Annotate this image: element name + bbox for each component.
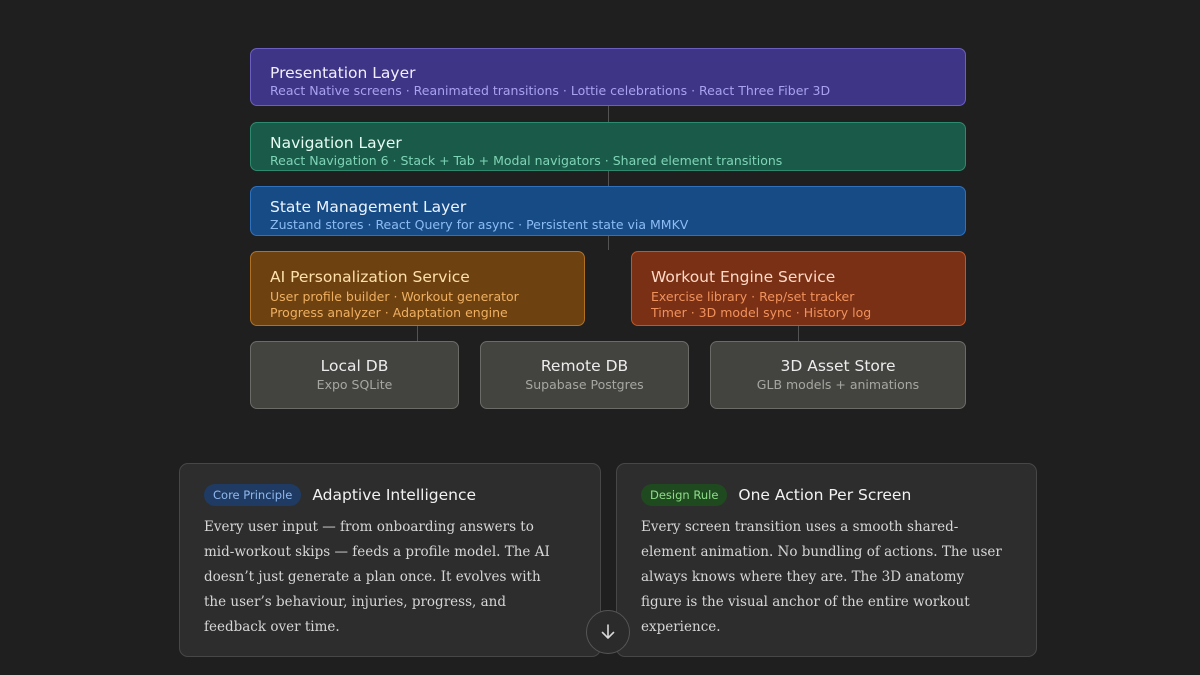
card-title: One Action Per Screen	[738, 486, 912, 504]
presentation-layer: Presentation Layer React Native screens …	[250, 48, 966, 106]
connector-state-services	[608, 236, 609, 250]
presentation-layer-title: Presentation Layer	[270, 64, 416, 82]
ai-service-line-2: Progress analyzer · Adaptation engine	[270, 305, 508, 320]
card-body-line: the user’s behaviour, injuries, progress…	[204, 594, 506, 610]
workout-service-title: Workout Engine Service	[651, 268, 836, 286]
card-body-line: Every user input — from onboarding answe…	[204, 519, 534, 535]
card-body: Every screen transition uses a smooth sh…	[641, 515, 1012, 640]
core-principle-badge: Core Principle	[204, 484, 302, 506]
local-db-store: Local DB Expo SQLite	[250, 341, 459, 409]
card-body-line: mid-workout skips — feeds a profile mode…	[204, 544, 550, 560]
ai-service-line-1: User profile builder · Workout generator	[270, 289, 519, 304]
ai-personalization-service: AI Personalization Service User profile …	[250, 251, 585, 326]
connector-workout-assetstore	[798, 326, 799, 341]
local-db-subtitle: Expo SQLite	[316, 377, 393, 392]
state-management-layer-title: State Management Layer	[270, 198, 467, 216]
connector-presentation-navigation	[608, 106, 609, 122]
workout-engine-service: Workout Engine Service Exercise library …	[631, 251, 966, 326]
state-management-layer-subtitle: Zustand stores · React Query for async ·…	[270, 217, 689, 232]
core-principle-card: Core Principle Adaptive Intelligence Eve…	[179, 463, 601, 657]
card-body-line: Every screen transition uses a smooth sh…	[641, 519, 959, 535]
remote-db-title: Remote DB	[540, 357, 629, 375]
connector-ai-localdb	[417, 326, 418, 341]
card-body-line: experience.	[641, 619, 721, 635]
local-db-title: Local DB	[320, 357, 389, 375]
asset-store: 3D Asset Store GLB models + animations	[710, 341, 966, 409]
card-title: Adaptive Intelligence	[312, 486, 477, 504]
remote-db-subtitle: Supabase Postgres	[525, 377, 644, 392]
navigation-layer: Navigation Layer React Navigation 6 · St…	[250, 122, 966, 171]
card-header: Core Principle Adaptive Intelligence	[204, 484, 576, 506]
architecture-diagram: Presentation Layer React Native screens …	[0, 0, 1200, 675]
ai-service-title: AI Personalization Service	[270, 268, 470, 286]
card-body-line: always knows where they are. The 3D anat…	[641, 569, 965, 585]
asset-store-title: 3D Asset Store	[780, 357, 896, 375]
connector-navigation-state	[608, 171, 609, 186]
card-body: Every user input — from onboarding answe…	[204, 515, 576, 640]
workout-service-line-1: Exercise library · Rep/set tracker	[651, 289, 855, 304]
card-body-line: element animation. No bundling of action…	[641, 544, 1002, 560]
scroll-down-button[interactable]	[586, 610, 630, 654]
presentation-layer-subtitle: React Native screens · Reanimated transi…	[270, 83, 831, 98]
workout-service-line-2: Timer · 3D model sync · History log	[651, 305, 872, 320]
design-rule-badge: Design Rule	[641, 484, 728, 506]
design-rule-card: Design Rule One Action Per Screen Every …	[616, 463, 1037, 657]
navigation-layer-title: Navigation Layer	[270, 134, 402, 152]
navigation-layer-subtitle: React Navigation 6 · Stack + Tab + Modal…	[270, 153, 783, 168]
arrow-down-icon	[601, 624, 615, 639]
card-header: Design Rule One Action Per Screen	[641, 484, 1012, 506]
state-management-layer: State Management Layer Zustand stores · …	[250, 186, 966, 236]
asset-store-subtitle: GLB models + animations	[756, 377, 920, 392]
remote-db-store: Remote DB Supabase Postgres	[480, 341, 689, 409]
card-body-line: feedback over time.	[204, 619, 340, 635]
card-body-line: doesn’t just generate a plan once. It ev…	[204, 569, 541, 585]
card-body-line: figure is the visual anchor of the entir…	[641, 594, 970, 610]
